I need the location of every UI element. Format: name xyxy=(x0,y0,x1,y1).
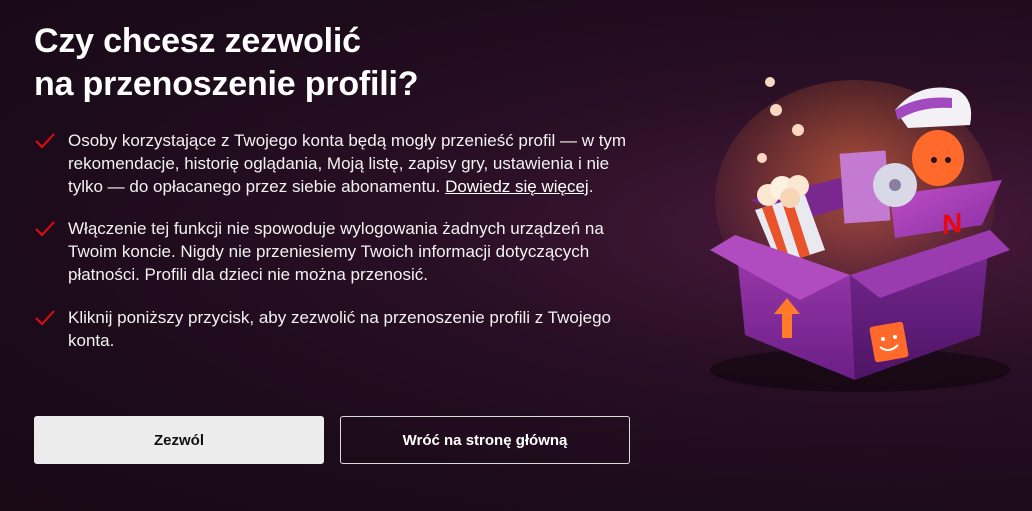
list-item: Włączenie tej funkcji nie spowoduje wylo… xyxy=(34,217,644,286)
checkmark-icon xyxy=(35,310,55,326)
back-to-home-button[interactable]: Wróć na stronę główną xyxy=(340,416,630,464)
popcorn-kernel xyxy=(757,153,767,163)
page-title: Czy chcesz zezwolić na przenoszenie prof… xyxy=(34,20,644,106)
list-item: Kliknij poniższy przycisk, aby zezwolić … xyxy=(34,306,644,352)
checkmark-icon xyxy=(35,133,55,149)
list-item-suffix: . xyxy=(588,177,594,196)
list-item: Osoby korzystające z Twojego konta będą … xyxy=(34,129,644,198)
action-buttons: Zezwól Wróć na stronę główną xyxy=(34,416,630,464)
brand-logo: N xyxy=(942,207,962,241)
profile-transfer-box-illustration: N xyxy=(710,77,1010,392)
popcorn-kernel xyxy=(792,124,804,136)
popcorn-kernel xyxy=(770,104,782,116)
page-title-line-2: na przenoszenie profili? xyxy=(34,65,419,103)
popcorn-kernel xyxy=(765,77,775,87)
learn-more-link[interactable]: Dowiedz się więcej xyxy=(445,177,589,196)
list-item-text: Włączenie tej funkcji nie spowoduje wylo… xyxy=(68,219,604,284)
disc-hole xyxy=(889,179,901,191)
info-list: Osoby korzystające z Twojego konta będą … xyxy=(34,129,644,352)
allow-button[interactable]: Zezwól xyxy=(34,416,324,464)
content-column: Czy chcesz zezwolić na przenoszenie prof… xyxy=(34,20,644,371)
page-title-line-1: Czy chcesz zezwolić xyxy=(34,22,361,60)
list-item-text: Kliknij poniższy przycisk, aby zezwolić … xyxy=(68,308,611,350)
checkmark-icon xyxy=(35,221,55,237)
transfer-profiles-page: Czy chcesz zezwolić na przenoszenie prof… xyxy=(0,0,1032,511)
smiley-sticker-icon xyxy=(869,321,909,363)
list-item-text: Osoby korzystające z Twojego konta będą … xyxy=(68,129,643,198)
